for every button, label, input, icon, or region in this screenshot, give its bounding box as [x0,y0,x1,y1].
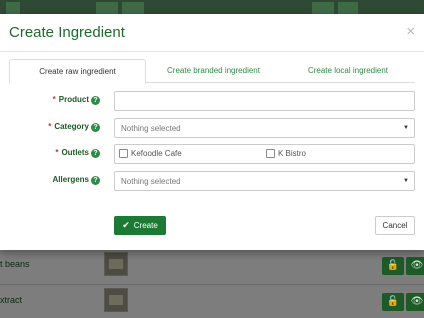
product-input[interactable] [115,93,414,112]
background-top-bar [0,0,424,14]
outlet-option-label: K Bistro [278,149,307,158]
table-row: xtract 🔓 👁 [0,284,424,318]
product-field-wrapper [114,91,415,112]
eye-icon[interactable]: 👁 [406,257,424,275]
allergens-select[interactable]: Nothing selected ▼ [114,171,415,191]
required-marker: * [52,95,56,104]
allergens-selected-value: Nothing selected [121,177,181,186]
required-marker: * [48,122,52,131]
row-label: xtract [0,295,23,305]
outlets-row: * Outlets? Kefoodle Cafe K Bistro [0,144,424,164]
create-ingredient-modal: Create Ingredient × Create raw ingredien… [0,14,424,250]
product-label: * Product? [53,95,100,105]
top-bar-button [96,2,118,14]
category-label: * Category? [48,122,100,132]
checkbox[interactable] [266,149,275,158]
create-button[interactable]: ✔ Create [114,216,166,235]
allergens-label: Allergens? [53,175,100,185]
ingredient-thumbnail [104,252,128,276]
modal-title: Create Ingredient [9,24,125,41]
caret-down-icon: ▼ [403,178,409,184]
top-bar-button [312,2,334,14]
outlet-option-label: Kefoodle Cafe [131,149,182,158]
outlet-option-kefoodle-cafe[interactable]: Kefoodle Cafe [119,149,182,158]
ingredient-thumbnail [104,288,128,312]
question-circle-icon: ? [91,176,100,185]
category-select[interactable]: Nothing selected ▼ [114,118,415,138]
tab-create-branded-ingredient[interactable]: Create branded ingredient [146,59,281,83]
eye-icon[interactable]: 👁 [406,293,424,311]
tab-create-local-ingredient[interactable]: Create local ingredient [281,59,415,83]
caret-down-icon: ▼ [403,125,409,131]
product-row: * Product? [0,91,424,112]
question-circle-icon: ? [91,96,100,105]
ingredient-type-tabs: Create raw ingredient Create branded ing… [9,59,415,84]
question-circle-icon: ? [91,149,100,158]
top-bar-button [122,2,144,14]
create-button-label: Create [133,221,158,230]
modal-header: Create Ingredient × [0,14,424,52]
checkbox[interactable] [119,149,128,158]
check-icon: ✔ [122,220,130,230]
lock-icon[interactable]: 🔓 [382,257,404,275]
row-label: t beans [0,259,30,269]
category-selected-value: Nothing selected [121,124,181,133]
top-bar-button [6,2,20,14]
category-row: * Category? Nothing selected ▼ [0,118,424,138]
close-icon[interactable]: × [406,24,415,39]
cancel-button[interactable]: Cancel [375,216,415,235]
outlets-field: Kefoodle Cafe K Bistro [114,144,415,164]
table-row: t beans 🔓 👁 [0,248,424,284]
required-marker: * [55,148,59,157]
top-bar-button [338,2,358,14]
lock-icon[interactable]: 🔓 [382,293,404,311]
question-circle-icon: ? [91,123,100,132]
allergens-row: Allergens? Nothing selected ▼ [0,171,424,191]
outlet-option-k-bistro[interactable]: K Bistro [266,149,306,158]
outlets-label: * Outlets? [55,148,100,158]
tab-create-raw-ingredient[interactable]: Create raw ingredient [9,59,146,84]
